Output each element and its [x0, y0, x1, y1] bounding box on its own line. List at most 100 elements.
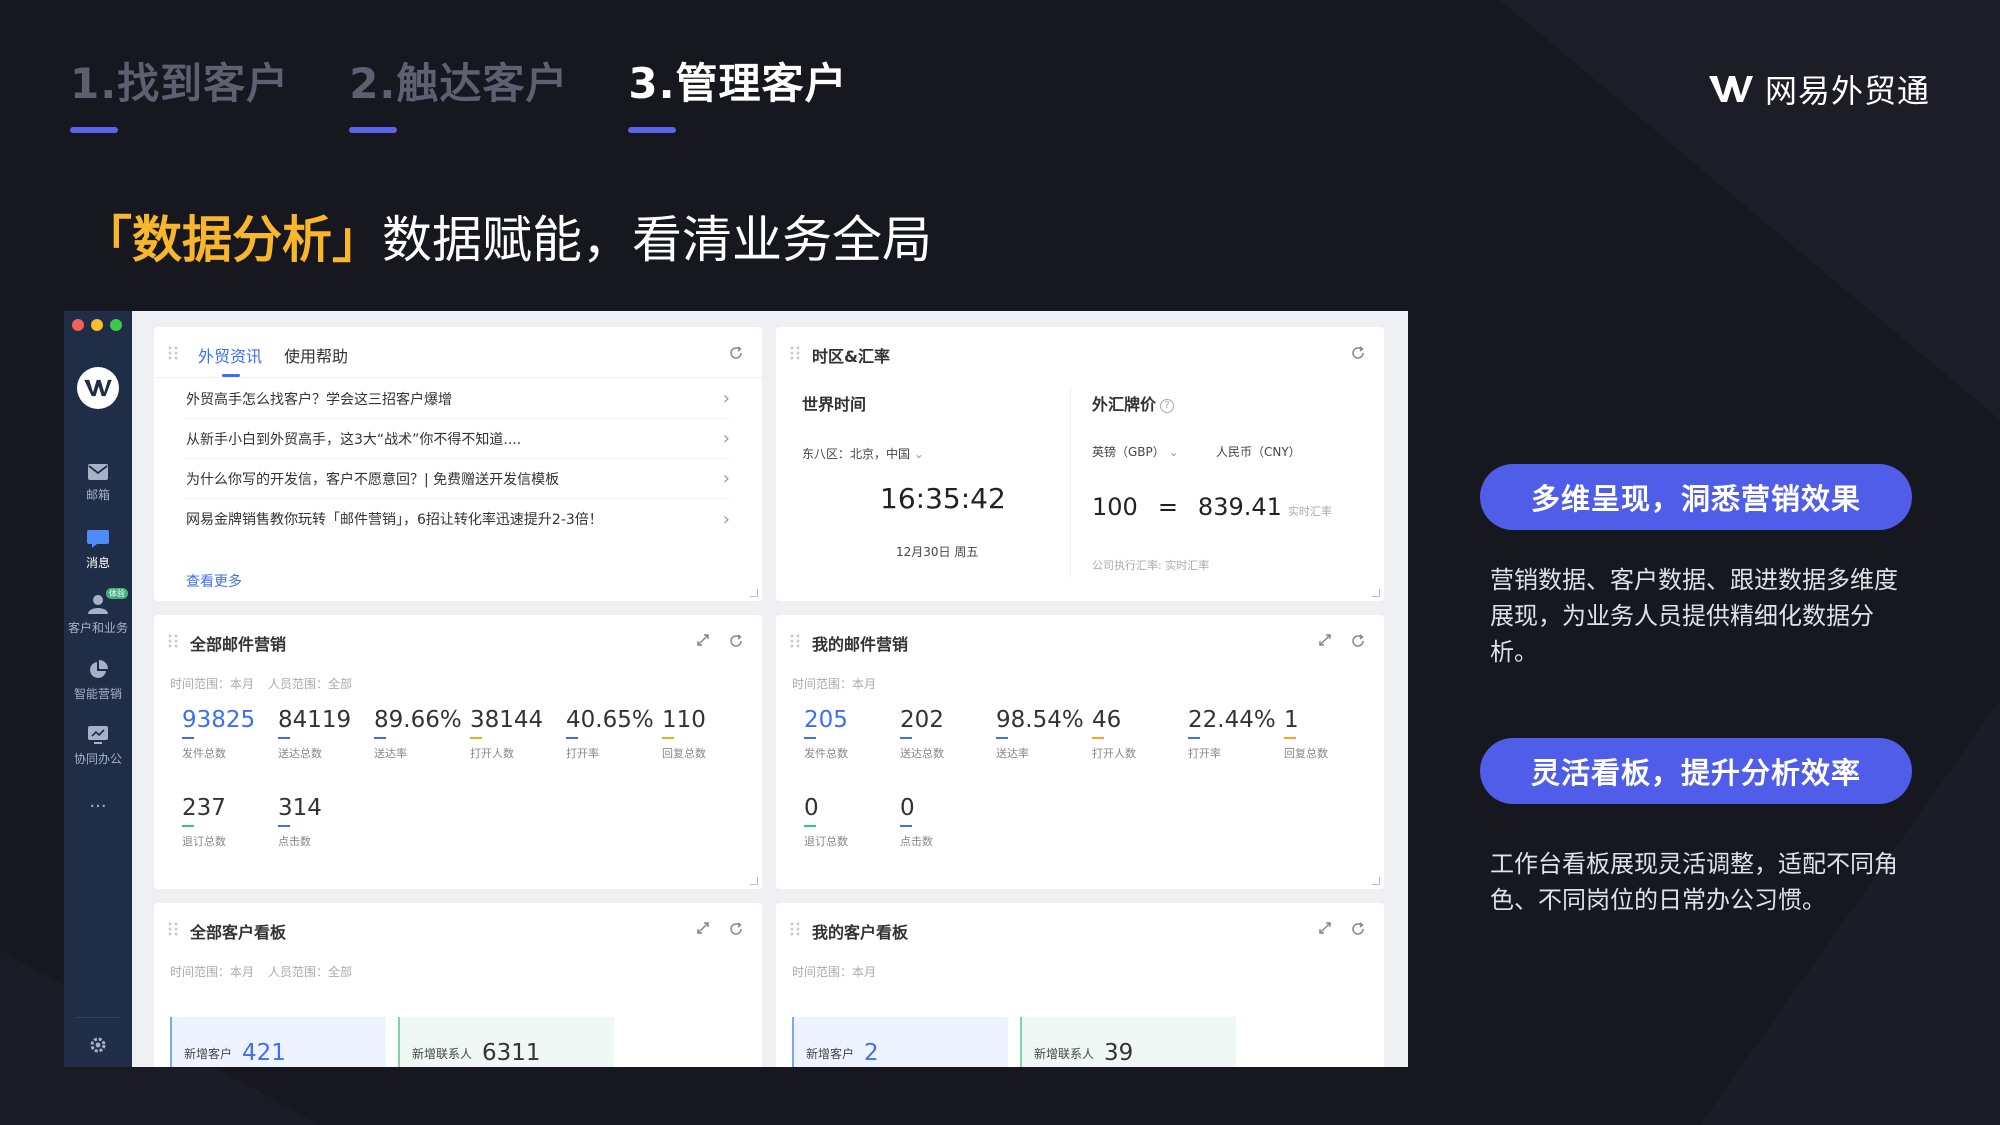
stat-sent: 93825 发件总数 [182, 707, 256, 760]
drag-handle-icon[interactable] [168, 346, 178, 360]
chevron-right-icon: › [722, 388, 730, 409]
help-icon[interactable]: ? [1160, 398, 1175, 413]
refresh-icon[interactable] [728, 345, 744, 361]
news-tabs: 外贸资讯 使用帮助 [198, 343, 348, 377]
my-mail-card: 我的邮件营销 时间范围：本月 205 发件总数 202 送达总数 98.54% 送达率… [776, 615, 1384, 889]
chevron-down-icon: ⌄ [1168, 445, 1179, 459]
resize-handle-icon[interactable] [1372, 589, 1380, 597]
stat-unsubscribes: 0 退订总数 [804, 795, 848, 848]
chevron-down-icon: ⌄ [913, 447, 924, 461]
resize-handle-icon[interactable] [1372, 877, 1380, 885]
stat-replies: 110 回复总数 [662, 707, 706, 760]
brand: 网易外贸通 [1707, 66, 1930, 112]
new-customers-tile[interactable]: 新增客户 2 [792, 1017, 1008, 1067]
step-tab-manage[interactable]: 3.管理客户 [628, 50, 847, 133]
feature-pill-2: 灵活看板，提升分析效率 [1480, 738, 1912, 804]
drag-handle-icon[interactable] [168, 634, 178, 648]
refresh-icon[interactable] [1350, 633, 1366, 649]
card-title: 全部邮件营销 [190, 635, 287, 654]
vertical-divider [1070, 387, 1071, 577]
close-dot-icon[interactable] [72, 319, 84, 331]
current-date: 12月30日 周五 [896, 545, 979, 559]
drag-handle-icon[interactable] [790, 346, 800, 360]
stat-clicks: 314 点击数 [278, 795, 322, 848]
tab-divider [154, 377, 762, 378]
sidebar-item-customer[interactable]: 体验 客户和业务 [64, 588, 132, 636]
fx-equals: = [1157, 493, 1178, 521]
headline: 「数据分析」数据赋能，看清业务全局 [82, 200, 932, 272]
tab-help[interactable]: 使用帮助 [284, 343, 348, 375]
news-card: 外贸资讯 使用帮助 外贸高手怎么找客户？学会这三招客户爆增 › 从新手小白到外贸高… [154, 327, 762, 601]
expand-icon[interactable] [1318, 921, 1332, 935]
app-sidebar: 邮箱 消息 体验 客户和业务 智能营销 协同办公 ··· [64, 311, 132, 1067]
app-window: 邮箱 消息 体验 客户和业务 智能营销 协同办公 ··· 外贸资讯 使用帮助 外… [64, 311, 1408, 1067]
filter-meta: 时间范围：本月 [792, 965, 877, 979]
refresh-icon[interactable] [728, 921, 744, 937]
stat-clicks: 0 点击数 [900, 795, 933, 848]
stat-sent: 205 发件总数 [804, 707, 848, 760]
card-title: 我的邮件营销 [812, 635, 909, 654]
message-icon [87, 530, 109, 548]
maximize-dot-icon[interactable] [110, 319, 122, 331]
fx-row: 100 = 839.41 实时汇率 [1092, 493, 1332, 521]
gear-icon[interactable] [88, 1035, 108, 1055]
step-tabs: 1.找到客户 2.触达客户 3.管理客户 [70, 50, 848, 133]
expand-icon[interactable] [696, 633, 710, 647]
feature-desc-2: 工作台看板展现灵活调整，适配不同角色、不同岗位的日常办公习惯。 [1490, 850, 1898, 914]
sidebar-item-message[interactable]: 消息 [64, 529, 132, 571]
resize-handle-icon[interactable] [750, 589, 758, 597]
drag-handle-icon[interactable] [790, 634, 800, 648]
more-icon[interactable]: ··· [64, 796, 132, 817]
feature-desc-1: 营销数据、客户数据、跟进数据多维度展现，为业务人员提供精细化数据分析。 [1490, 566, 1898, 666]
step-tab-find[interactable]: 1.找到客户 [70, 50, 289, 133]
list-item[interactable]: 从新手小白到外贸高手，这3大“战术”你不得不知道.... › [186, 419, 730, 459]
list-item[interactable]: 外贸高手怎么找客户？学会这三招客户爆增 › [186, 379, 730, 419]
timezone-select[interactable]: 东八区：北京，中国 ⌄ [802, 445, 924, 462]
view-more-link[interactable]: 查看更多 [186, 571, 242, 591]
minimize-dot-icon[interactable] [91, 319, 103, 331]
sidebar-item-office[interactable]: 协同办公 [64, 725, 132, 767]
refresh-icon[interactable] [728, 633, 744, 649]
new-customers-tile[interactable]: 新增客户 421 [170, 1017, 386, 1067]
resize-handle-icon[interactable] [750, 877, 758, 885]
stat-replies: 1 回复总数 [1284, 707, 1328, 760]
brand-logo-icon [1708, 76, 1753, 102]
drag-handle-icon[interactable] [790, 922, 800, 936]
all-customer-card: 全部客户看板 时间范围：本月 人员范围：全部 新增客户 421 新增联系人 631… [154, 903, 762, 1067]
sidebar-item-marketing[interactable]: 智能营销 [64, 660, 132, 702]
list-item[interactable]: 网易金牌销售教你玩转「邮件营销」，6招让转化率迅速提升2-3倍！ › [186, 499, 730, 539]
app-logo-icon [77, 367, 119, 409]
fx-result: 839.41 [1197, 493, 1282, 521]
stat-open-rate: 40.65% 打开率 [566, 707, 654, 760]
fx-amount[interactable]: 100 [1092, 493, 1138, 521]
chevron-right-icon: › [722, 428, 730, 449]
expand-icon[interactable] [1318, 633, 1332, 647]
expand-icon[interactable] [696, 921, 710, 935]
filter-meta: 时间范围：本月 人员范围：全部 [170, 965, 353, 979]
brand-name: 网易外贸通 [1764, 72, 1930, 110]
feature-pill-1: 多维呈现，洞悉营销效果 [1480, 464, 1912, 530]
current-time: 16:35:42 [880, 482, 1006, 515]
headline-highlight: 「数据分析」 [82, 211, 382, 269]
from-currency-select[interactable]: 英镑（GBP） ⌄ [1092, 443, 1179, 460]
new-contacts-tile[interactable]: 新增联系人 39 [1020, 1017, 1236, 1067]
refresh-icon[interactable] [1350, 921, 1366, 937]
step-tab-reach[interactable]: 2.触达客户 [349, 50, 568, 133]
stat-delivery-rate: 98.54% 送达率 [996, 707, 1084, 760]
sidebar-item-mail[interactable]: 邮箱 [64, 463, 132, 503]
card-title: 全部客户看板 [190, 923, 287, 942]
drag-handle-icon[interactable] [168, 922, 178, 936]
stat-delivery-rate: 89.66% 送达率 [374, 707, 462, 760]
window-controls [72, 319, 122, 331]
chevron-right-icon: › [722, 468, 730, 489]
refresh-icon[interactable] [1350, 345, 1366, 361]
list-item[interactable]: 为什么你写的开发信，客户不愿意回？| 免费赠送开发信模板 › [186, 459, 730, 499]
stat-open-rate: 22.44% 打开率 [1188, 707, 1276, 760]
new-contacts-tile[interactable]: 新增联系人 6311 [398, 1017, 614, 1067]
stat-unsubscribes: 237 退订总数 [182, 795, 226, 848]
all-mail-card: 全部邮件营销 时间范围：本月 人员范围：全部 93825 发件总数 84119 送达总… [154, 615, 762, 889]
sidebar-divider [76, 1017, 120, 1018]
tab-trade-news[interactable]: 外贸资讯 [198, 343, 262, 377]
trial-badge: 体验 [106, 588, 128, 599]
to-currency-label: 人民币（CNY） [1216, 445, 1301, 459]
